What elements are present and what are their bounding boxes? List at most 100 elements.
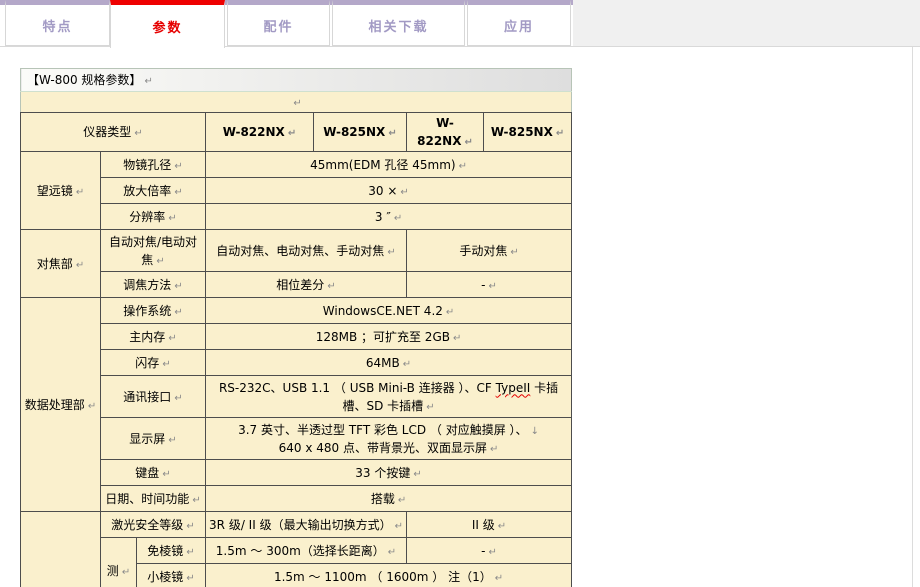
- table-row: 调焦方法↵ 相位差分↵ -↵: [21, 272, 572, 298]
- subgroup-label-partial: 测: [107, 564, 119, 578]
- tab-applications[interactable]: 应用: [467, 0, 571, 46]
- tab-parameters[interactable]: 参数: [110, 0, 225, 48]
- label-cell: 物镜孔径↵: [101, 152, 206, 178]
- row-value: 45mm(EDM 孔径 45mm): [310, 158, 455, 172]
- return-mark: ↵: [288, 128, 296, 139]
- group-label: 数据处理部: [25, 398, 85, 412]
- spec-table: 【W-800 规格参数】↵ ↵ 仪器类型↵ W-822NX↵ W-825NX↵ …: [20, 68, 572, 587]
- tab-downloads-label: 相关下载: [368, 16, 428, 35]
- label-cell: 通讯接口↵: [101, 376, 206, 418]
- return-mark: ↵: [459, 161, 467, 172]
- return-mark: ↵: [400, 187, 408, 198]
- subgroup-cell-ranging-vertical: 测↵: [101, 538, 137, 587]
- tab-list: 特点 参数 配件 相关下载 应用: [5, 0, 571, 48]
- group-cell-data-processing: 数据处理部↵: [21, 298, 101, 512]
- value-cell-right: -↵: [407, 538, 572, 564]
- return-mark: ↵: [426, 402, 434, 413]
- return-mark: ↵: [388, 128, 396, 139]
- label-cell: 显示屏↵: [101, 418, 206, 460]
- return-mark: ↵: [76, 260, 84, 271]
- value-cell: WindowsCE.NET 4.2↵: [206, 298, 572, 324]
- row-label: 小棱镜: [147, 570, 183, 584]
- return-mark: ↵: [490, 444, 498, 455]
- return-mark: ↵: [327, 281, 335, 292]
- return-mark: ↵: [168, 333, 176, 344]
- tab-features[interactable]: 特点: [5, 0, 110, 46]
- tab-applications-label: 应用: [504, 16, 534, 35]
- table-row: 闪存↵ 64MB↵: [21, 350, 572, 376]
- group-cell-ranging: [21, 512, 101, 587]
- return-mark: ↵: [144, 76, 152, 87]
- spellcheck-squiggle-text: TypeII: [496, 381, 531, 395]
- value-cell: 搭载↵: [206, 486, 572, 512]
- return-mark: ↵: [395, 521, 403, 532]
- value-cell: 3 ″↵: [206, 204, 572, 230]
- return-mark: ↵: [76, 187, 84, 198]
- row-value: -: [481, 544, 485, 558]
- return-mark: ↵: [186, 547, 194, 558]
- model-cell-2: W-825NX↵: [314, 113, 407, 152]
- label-cell: 日期、时间功能↵: [101, 486, 206, 512]
- row-label: 免棱镜: [147, 544, 183, 558]
- row-value: 30 ×: [368, 184, 397, 198]
- value-cell: 45mm(EDM 孔径 45mm) ↵: [206, 152, 572, 178]
- row-value: 1.5m ～ 300m（选择长距离）: [216, 544, 385, 558]
- group-label: 望远镜: [37, 184, 73, 198]
- row-value: 64MB: [366, 356, 400, 370]
- table-row: 通讯接口↵ RS-232C、USB 1.1 （ USB Mini-B 连接器 ）…: [21, 376, 572, 418]
- comm-value-pre: RS-232C、USB 1.1 （ USB Mini-B 连接器 ）、CF: [219, 381, 496, 395]
- model-name: W-825NX: [491, 125, 553, 139]
- tab-parameters-label: 参数: [152, 17, 182, 36]
- table-row: 分辨率↵ 3 ″↵: [21, 204, 572, 230]
- table-title: 【W-800 规格参数】: [27, 73, 141, 87]
- model-name: W-825NX: [323, 125, 385, 139]
- return-mark: ↵: [162, 469, 170, 480]
- label-cell: 小棱镜↵: [137, 564, 206, 587]
- return-mark: ↵: [498, 521, 506, 532]
- tab-accessories-label: 配件: [263, 16, 293, 35]
- row-label: 调焦方法: [123, 278, 171, 292]
- value-cell: 1.5m ～ 1100m （ 1600m ） 注（1）↵: [206, 564, 572, 587]
- return-mark: ↵: [403, 359, 411, 370]
- table-row: 日期、时间功能↵ 搭载↵: [21, 486, 572, 512]
- value-cell-left: 3R 级/ II 级（最大输出切换方式）↵: [206, 512, 407, 538]
- label-cell: 自动对焦/电动对焦↵: [101, 230, 206, 272]
- model-name: W-822NX: [417, 116, 461, 148]
- return-mark: ↵: [134, 128, 142, 139]
- return-mark: ↵: [174, 187, 182, 198]
- return-mark: ↵: [88, 401, 96, 412]
- tab-downloads[interactable]: 相关下载: [332, 0, 465, 46]
- instrument-type-label-cell: 仪器类型↵: [21, 113, 206, 152]
- tab-accessories[interactable]: 配件: [227, 0, 330, 46]
- tabbar-right-background: [573, 0, 920, 46]
- table-title-row: 【W-800 规格参数】↵: [21, 69, 572, 92]
- row-label: 放大倍率: [123, 184, 171, 198]
- table-row: 望远镜↵ 物镜孔径↵ 45mm(EDM 孔径 45mm)↵: [21, 152, 572, 178]
- label-cell: 键盘↵: [101, 460, 206, 486]
- table-row: 显示屏↵ 3.7 英寸、半透过型 TFT 彩色 LCD （ 对应触摸屏 ）、↓ …: [21, 418, 572, 460]
- display-line2: 640 x 480 点、带背景光、双面显示屏: [279, 441, 487, 455]
- value-cell: 64MB↵: [206, 350, 572, 376]
- value-cell-display: 3.7 英寸、半透过型 TFT 彩色 LCD （ 对应触摸屏 ）、↓ 640 x…: [206, 418, 572, 460]
- empty-row: ↵: [21, 92, 572, 113]
- return-mark: ↵: [186, 521, 194, 532]
- return-mark: ↵: [174, 393, 182, 404]
- return-mark: ↵: [192, 495, 200, 506]
- label-cell: 分辨率↵: [101, 204, 206, 230]
- group-cell-focus: 对焦部↵: [21, 230, 101, 298]
- value-cell-left: 自动对焦、电动对焦、手动对焦↵: [206, 230, 407, 272]
- table-row: 键盘↵ 33 个按键↵: [21, 460, 572, 486]
- table-row: 数据处理部↵ 操作系统↵ WindowsCE.NET 4.2↵: [21, 298, 572, 324]
- model-cell-3: W-822NX↵: [407, 113, 484, 152]
- row-label: 分辨率: [129, 210, 165, 224]
- value-cell-left: 1.5m ～ 300m（选择长距离）↵: [206, 538, 407, 564]
- table-row: 激光安全等级↵ 3R 级/ II 级（最大输出切换方式）↵ II 级↵: [21, 512, 572, 538]
- row-label: 显示屏: [129, 432, 165, 446]
- table-row: 对焦部↵ 自动对焦/电动对焦↵ 自动对焦、电动对焦、手动对焦↵ 手动对焦↵: [21, 230, 572, 272]
- row-value: WindowsCE.NET 4.2: [323, 304, 443, 318]
- label-cell: 免棱镜↵: [137, 538, 206, 564]
- return-mark: ↵: [394, 213, 402, 224]
- tab-bar: 特点 参数 配件 相关下载 应用: [0, 0, 920, 47]
- return-mark: ↵: [387, 247, 395, 258]
- return-mark: ↵: [453, 333, 461, 344]
